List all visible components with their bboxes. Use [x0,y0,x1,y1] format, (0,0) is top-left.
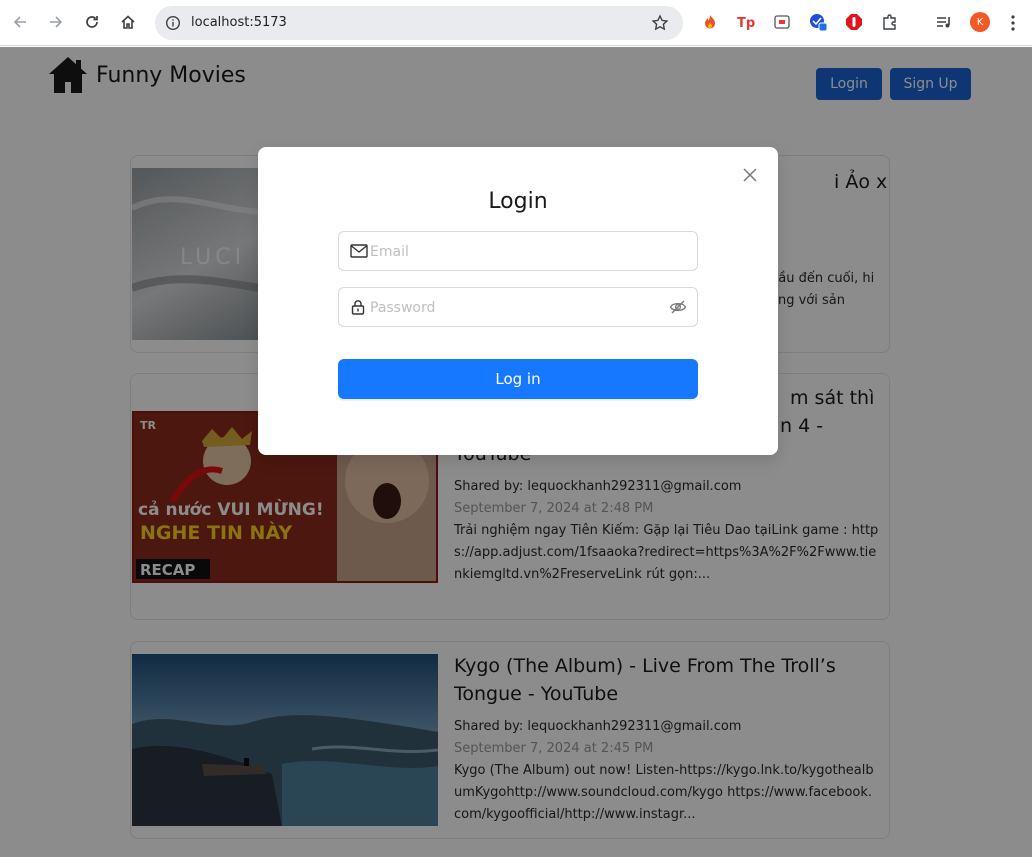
arrow-left-icon [13,16,26,28]
submit-login-button[interactable]: Log in [338,359,698,399]
media-control-icon[interactable] [934,12,954,32]
home-icon [121,15,135,29]
extension-adblock-icon[interactable] [844,12,864,32]
lock-icon [350,299,366,319]
eye-invisible-icon[interactable] [669,299,687,319]
svg-text:Tp: Tp [737,16,755,31]
extensions-puzzle-icon[interactable] [880,12,900,32]
extension-shield-icon[interactable] [808,12,828,32]
password-field[interactable] [338,287,698,327]
extension-fire-icon[interactable] [700,12,720,32]
bookmark-star-icon[interactable] [651,14,669,36]
email-field[interactable] [338,231,698,271]
password-input[interactable] [370,296,660,320]
site-info-icon[interactable] [165,15,181,35]
close-icon [743,168,757,182]
home-button[interactable] [117,11,139,33]
forward-button[interactable] [45,11,67,33]
reload-button[interactable] [81,11,103,33]
arrow-right-icon [50,16,63,28]
back-button[interactable] [9,11,31,33]
url-text: localhost:5173 [191,15,287,30]
reload-icon [86,16,98,28]
login-modal: Login Log in [258,147,778,455]
mail-icon [350,243,368,263]
profile-avatar[interactable]: K [970,12,990,32]
email-input[interactable] [370,240,660,264]
browser-toolbar: localhost:5173 Tp K [0,0,1032,46]
close-modal-button[interactable] [742,167,758,183]
address-bar[interactable]: localhost:5173 [155,6,683,40]
browser-menu-icon[interactable] [1010,14,1016,36]
extension-tp-icon[interactable]: Tp [736,12,756,32]
extension-record-icon[interactable] [772,12,792,32]
modal-title: Login [488,189,548,214]
